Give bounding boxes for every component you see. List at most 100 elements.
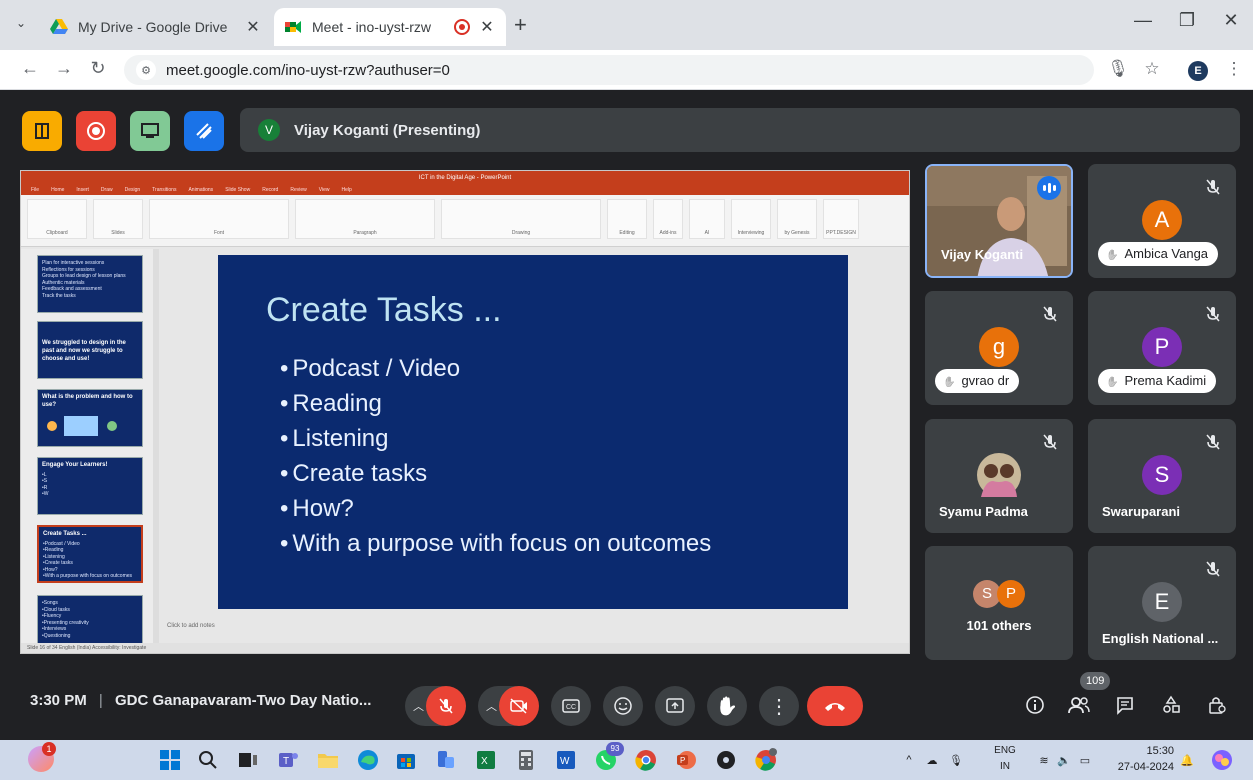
back-icon[interactable]: ← — [18, 58, 42, 79]
mic-toggle-button[interactable] — [426, 686, 466, 726]
participant-tile[interactable]: A Ambica Vanga — [1088, 164, 1236, 278]
activities-icon[interactable] — [22, 111, 62, 151]
chrome-icon[interactable] — [634, 748, 658, 772]
meet-top-bar: V Vijay Koganti (Presenting) — [0, 90, 1253, 160]
whatsapp-icon[interactable]: 93 — [594, 742, 624, 772]
google-drive-icon — [50, 19, 68, 34]
whiteboard-icon[interactable] — [184, 111, 224, 151]
clock[interactable]: 15:30 27-04-2024 — [1116, 743, 1174, 775]
tab-google-meet[interactable]: Meet - ino-uyst-rzw ✕ — [274, 8, 506, 46]
tab-search-chevron-icon[interactable]: ⌄ — [8, 10, 34, 36]
slide-thumbnail: 12 Plan for interactive sessions Reflect… — [37, 255, 143, 313]
slide-bullet: Create tasks — [280, 460, 711, 495]
forward-icon[interactable]: → — [52, 58, 76, 79]
ribbon-tab: Help — [341, 187, 352, 193]
excel-icon[interactable]: X — [474, 748, 498, 772]
raise-hand-button[interactable]: ✋ — [707, 686, 747, 726]
slide-bullet: Reading — [280, 390, 711, 425]
ribbon-tab: File — [31, 187, 40, 193]
ribbon-tab: Slide Show — [225, 187, 251, 193]
participant-tile[interactable]: S Swaruparani — [1088, 419, 1236, 533]
participant-name: Swaruparani — [1102, 504, 1181, 519]
slide-title: Create Tasks ... — [266, 291, 502, 329]
language-indicator[interactable]: ENG IN — [988, 743, 1022, 775]
leave-call-button[interactable] — [807, 686, 863, 726]
bookmark-star-icon[interactable]: ☆ — [1140, 59, 1164, 79]
recording-button[interactable] — [76, 111, 116, 151]
widgets-icon[interactable]: 1 — [28, 742, 56, 772]
app-icon[interactable] — [714, 748, 738, 772]
edge-icon[interactable] — [356, 748, 380, 772]
participant-avatar: A — [1142, 200, 1182, 240]
captions-icon: CC — [562, 699, 580, 713]
present-screen-icon — [666, 698, 684, 713]
ribbon-group: PPT.DESIGN — [823, 199, 859, 239]
windows-start-icon[interactable] — [158, 748, 182, 772]
host-controls-button[interactable] — [1204, 692, 1230, 718]
meeting-details-button[interactable] — [1022, 692, 1048, 718]
network-volume-battery[interactable]: ≋ 🔈 ▭ — [1034, 740, 1096, 780]
people-button[interactable] — [1066, 692, 1092, 718]
minimize-icon[interactable]: — — [1128, 10, 1158, 31]
participant-tile-video[interactable]: Vijay Koganti — [925, 164, 1073, 278]
divider: | — [98, 692, 103, 709]
close-tab-icon[interactable]: ✕ — [244, 17, 262, 37]
participant-name: English National ... — [1102, 631, 1219, 646]
emoji-button[interactable] — [603, 686, 643, 726]
task-view-icon[interactable] — [236, 748, 260, 772]
captions-button[interactable]: CC — [551, 686, 591, 726]
activities-shapes-icon — [1163, 695, 1180, 713]
participant-tile[interactable]: E English National ... — [1088, 546, 1236, 660]
ribbon-tab: Review — [290, 187, 307, 193]
chrome-profile-icon[interactable] — [754, 748, 778, 772]
powerpoint-icon[interactable]: P — [674, 748, 698, 772]
ribbon-group: Clipboard — [27, 199, 87, 239]
screen-share-icon[interactable] — [130, 111, 170, 151]
url-field[interactable]: ⚙ meet.google.com/ino-uyst-rzw?authuser=… — [124, 55, 1094, 85]
slide-thumbnail: 15 Engage Your Learners! •L •S •R •W — [37, 457, 143, 515]
camera-toggle-button[interactable] — [499, 686, 539, 726]
participant-tile[interactable]: g gvrao dr — [925, 291, 1073, 405]
microphone-tray-icon[interactable]: 🎙 — [944, 754, 968, 767]
more-menu-icon[interactable]: ⋮ — [1222, 59, 1246, 79]
search-icon[interactable] — [196, 748, 220, 772]
thumbnail-illustration — [47, 415, 117, 436]
system-tray: ^ ☁ 🎙 — [898, 740, 968, 780]
phone-link-icon[interactable] — [434, 748, 458, 772]
microphone-icon[interactable]: 🎙 — [1106, 59, 1130, 79]
onedrive-icon[interactable]: ☁ — [920, 754, 944, 767]
store-icon[interactable] — [394, 748, 418, 772]
present-button[interactable] — [655, 686, 695, 726]
restore-icon[interactable]: ❐ — [1172, 10, 1202, 31]
file-explorer-icon[interactable] — [316, 748, 340, 772]
notification-bell-icon[interactable]: 🔔 — [1180, 740, 1194, 780]
slide-bullets: Podcast / Video Reading Listening Create… — [280, 355, 711, 565]
word-icon[interactable]: W — [554, 748, 578, 772]
windows-taskbar: 1 T X W 93 P ^ ☁ 🎙 ENG IN ≋ 🔈 ▭ 15:30 27… — [0, 740, 1253, 780]
more-options-button[interactable]: ⋮ — [759, 686, 799, 726]
svg-text:T: T — [283, 756, 289, 767]
powerpoint-window-title: ICT in the Digital Age - PowerPoint — [418, 175, 512, 181]
tab-google-drive[interactable]: My Drive - Google Drive ✕ — [40, 8, 272, 46]
participant-tile[interactable]: Syamu Padma — [925, 419, 1073, 533]
current-slide: Create Tasks ... Podcast / Video Reading… — [218, 255, 848, 609]
presenter-avatar: V — [258, 119, 280, 141]
show-hidden-icons[interactable]: ^ — [898, 754, 920, 766]
mic-off-icon — [1043, 434, 1057, 450]
calculator-icon[interactable] — [514, 748, 538, 772]
close-tab-icon[interactable]: ✕ — [478, 17, 496, 37]
slide-bullet: Listening — [280, 425, 711, 460]
reload-icon[interactable]: ↻ — [86, 58, 110, 79]
close-window-icon[interactable]: ✕ — [1216, 10, 1246, 31]
activities-button[interactable] — [1158, 692, 1184, 718]
participant-tile[interactable]: P Prema Kadimi — [1088, 291, 1236, 405]
teams-icon[interactable]: T — [276, 748, 300, 772]
raised-hand-chip: Prema Kadimi — [1098, 369, 1217, 393]
chat-button[interactable] — [1112, 692, 1138, 718]
copilot-icon[interactable] — [1210, 748, 1234, 772]
new-tab-icon[interactable]: + — [514, 12, 527, 38]
participant-tile-others[interactable]: S P 101 others — [925, 546, 1073, 660]
site-info-icon[interactable]: ⚙ — [136, 60, 156, 80]
chevron-up-icon: ︿ — [486, 701, 497, 713]
profile-avatar[interactable]: E — [1188, 61, 1208, 81]
